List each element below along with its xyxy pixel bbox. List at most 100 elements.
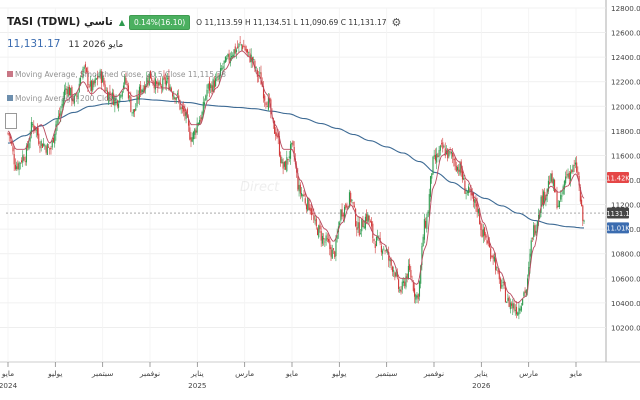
triangle-up-icon: ▲ bbox=[118, 17, 126, 27]
change-badge[interactable]: 0.14%(16.10) bbox=[129, 14, 191, 30]
candle-body bbox=[83, 66, 85, 70]
candle-body bbox=[266, 106, 268, 108]
candle-body bbox=[84, 64, 86, 68]
candle-body bbox=[291, 142, 293, 145]
candle-body bbox=[573, 165, 575, 166]
y-tick-label: 10200.00 bbox=[611, 323, 640, 332]
candle-body bbox=[133, 109, 136, 112]
candle-body bbox=[345, 204, 347, 208]
ohlc-readout: O 11,113.59 H 11,134.51 L 11,090.69 C 11… bbox=[196, 17, 387, 27]
candle-body bbox=[400, 289, 402, 293]
candle-body bbox=[199, 120, 201, 125]
candle-body bbox=[359, 233, 362, 235]
candle-body bbox=[175, 97, 177, 100]
candle-body bbox=[224, 56, 226, 63]
candle-body bbox=[362, 221, 364, 227]
candle-body bbox=[183, 107, 185, 112]
candle-body bbox=[244, 46, 246, 51]
candle-body bbox=[313, 215, 315, 220]
candle-body bbox=[49, 147, 51, 150]
candle-body bbox=[310, 208, 312, 215]
candle-body bbox=[501, 285, 503, 287]
candle-body bbox=[582, 205, 584, 221]
candle-body bbox=[487, 240, 489, 244]
candle-body bbox=[402, 281, 405, 283]
candle-body bbox=[222, 66, 224, 69]
candle-body bbox=[44, 145, 46, 147]
candle-body bbox=[433, 155, 435, 157]
candle-body bbox=[92, 80, 94, 91]
gear-icon[interactable]: ⚙ bbox=[392, 16, 402, 29]
candle-body bbox=[511, 303, 513, 306]
x-axis: مايو 2024 يوليو سبتمبر نوفمبر يناير 2025 مارس ما… bbox=[0, 362, 582, 390]
candle-body bbox=[567, 173, 569, 178]
candle-body bbox=[326, 238, 328, 240]
candle-body bbox=[191, 137, 193, 142]
candle-body bbox=[368, 215, 370, 221]
candle-body bbox=[137, 96, 139, 100]
candle-body bbox=[318, 225, 320, 238]
candle-body bbox=[138, 86, 141, 100]
candle-body bbox=[321, 236, 324, 244]
candle-body bbox=[302, 195, 304, 197]
candle-body bbox=[444, 148, 446, 156]
candle-body bbox=[238, 43, 240, 48]
candle-body bbox=[393, 270, 395, 272]
x-tick-label: مايو bbox=[569, 369, 582, 378]
candle-body bbox=[415, 294, 417, 300]
candle-body bbox=[531, 237, 534, 239]
indicator-legend-ma200[interactable]: Moving Average, 200 Close bbox=[7, 94, 117, 103]
candle-body bbox=[7, 132, 9, 134]
candle-body bbox=[518, 307, 520, 315]
candle-body bbox=[245, 49, 247, 53]
indicator-legend-smoothed[interactable]: Moving Average, Smoothed Close, 20,5 Clo… bbox=[7, 70, 226, 79]
candle-body bbox=[522, 298, 524, 306]
candle-body bbox=[120, 95, 122, 97]
candle-body bbox=[104, 84, 106, 92]
candle-body bbox=[45, 146, 47, 153]
candle-body bbox=[325, 235, 327, 241]
candle-body bbox=[492, 255, 494, 259]
candle-body bbox=[482, 229, 484, 237]
y-tick-label: 10400.00 bbox=[611, 299, 640, 308]
candle-body bbox=[180, 107, 182, 109]
candle-body bbox=[442, 142, 444, 149]
y-tick-label: 11800.00 bbox=[611, 127, 640, 136]
candle-body bbox=[374, 243, 376, 248]
candle-body bbox=[184, 109, 186, 116]
candle-body bbox=[60, 111, 62, 116]
candle-body bbox=[215, 78, 217, 87]
candle-body bbox=[240, 44, 242, 46]
candle-body bbox=[57, 116, 59, 120]
candle-body bbox=[91, 80, 93, 91]
candle-body bbox=[157, 82, 159, 88]
candle-body bbox=[383, 248, 385, 250]
candle-body bbox=[560, 194, 562, 200]
candle-body bbox=[425, 220, 427, 228]
candle-body bbox=[517, 312, 519, 316]
candle-body bbox=[283, 161, 285, 167]
candle-body bbox=[40, 140, 42, 146]
candle-body bbox=[126, 83, 128, 86]
candle-body bbox=[228, 53, 230, 61]
candle-body bbox=[235, 49, 238, 53]
candle-body bbox=[33, 124, 35, 129]
candle-body bbox=[490, 248, 492, 260]
x-tick-label: نوفمبر bbox=[139, 369, 160, 378]
candle-body bbox=[476, 203, 478, 213]
candle-body bbox=[287, 158, 289, 161]
candle-body bbox=[23, 157, 25, 161]
candle-body bbox=[507, 298, 509, 301]
candle-body bbox=[61, 103, 63, 109]
price-chart[interactable]: 12800.00 12600.00 12400.00 12200.00 12000.00… bbox=[0, 0, 640, 400]
candle-body bbox=[39, 146, 41, 149]
candle-body bbox=[410, 270, 412, 278]
candle-body bbox=[248, 51, 250, 53]
panel-toggle[interactable] bbox=[5, 113, 17, 129]
candle-body bbox=[176, 93, 179, 95]
candle-body bbox=[515, 306, 518, 315]
candle-body bbox=[434, 154, 436, 161]
x-tick-label: سبتمبر bbox=[91, 369, 114, 378]
candle-body bbox=[264, 95, 266, 101]
candle-body bbox=[416, 295, 418, 298]
